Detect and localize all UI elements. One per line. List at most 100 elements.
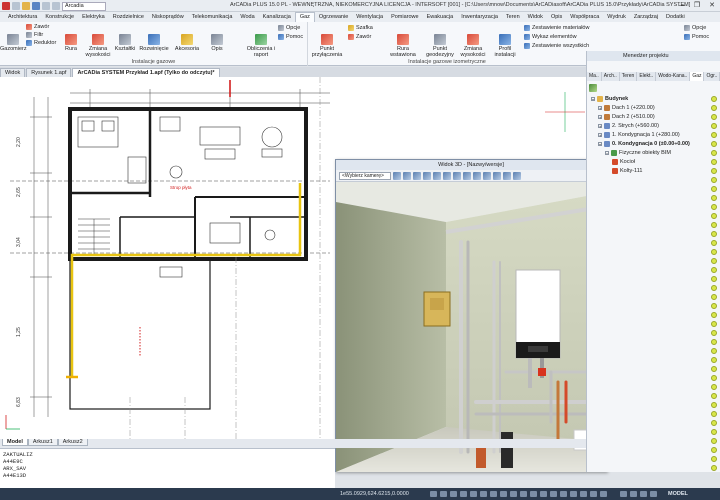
gas-meter-button[interactable]: Gazomierz	[0, 34, 27, 52]
camera-select[interactable]: <Wybierz kamerę>	[339, 171, 391, 180]
visibility-toggle-icon[interactable]	[711, 312, 717, 318]
notify-icon[interactable]	[650, 491, 657, 497]
ribbon-tab-inwentaryzacja[interactable]: Inwentaryzacja	[457, 13, 502, 22]
ribbon-tab-telekomunikacja[interactable]: Telekomunikacja	[188, 13, 237, 22]
ribbon-tab-wentylacja[interactable]: Wentylacja	[352, 13, 387, 22]
polar-icon[interactable]	[460, 491, 467, 497]
ribbon-tab-pomiarowe[interactable]: Pomiarowe	[387, 13, 423, 22]
view-front-icon[interactable]	[433, 171, 441, 180]
view-3d-window[interactable]: Widok 3D - [Nazwy/wersje] <Wybierz kamer…	[335, 159, 608, 472]
lock-icon[interactable]	[560, 491, 567, 497]
customize-icon[interactable]	[600, 491, 607, 497]
ribbon-tab-teren[interactable]: Teren	[502, 13, 524, 22]
install-profile-button[interactable]: Profil instalacji	[490, 34, 520, 58]
redo-icon[interactable]	[52, 2, 60, 10]
tree-item[interactable]: − 0. Kondygnacja 0 (±0.00÷0.00)	[598, 140, 690, 148]
visibility-toggle-icon[interactable]	[711, 177, 717, 183]
isolate-icon[interactable]	[570, 491, 577, 497]
iso-help-small-button[interactable]: Pomoc	[684, 34, 709, 40]
ribbon-tab-opis[interactable]: Opis	[547, 13, 566, 22]
visibility-toggle-icon[interactable]	[711, 393, 717, 399]
ribbon-tab-ogrzewanie[interactable]: Ogrzewanie	[315, 13, 352, 22]
open-file-icon[interactable]	[22, 2, 30, 10]
tree-item[interactable]: +1. Kondygnacja 1 (+280.00)	[598, 131, 680, 139]
visibility-toggle-icon[interactable]	[711, 249, 717, 255]
inserted-pipe-button[interactable]: Rura wstawiona	[386, 34, 420, 58]
visibility-toggle-icon[interactable]	[711, 456, 717, 462]
view-top-icon[interactable]	[453, 171, 461, 180]
pm-tab[interactable]: Ogr..	[704, 72, 720, 81]
visibility-toggle-icon[interactable]	[711, 123, 717, 129]
visibility-toggle-icon[interactable]	[711, 258, 717, 264]
fittings-button[interactable]: Kształtki	[112, 34, 138, 52]
expand-icon[interactable]: +	[598, 133, 602, 138]
command-line[interactable]: ZAKTUALIZ A44E9C ARX_SAV A44E13D	[0, 448, 335, 488]
walk-icon[interactable]	[463, 171, 471, 180]
geodetic-point-button[interactable]: Punkt geodezyjny	[424, 34, 456, 58]
ribbon-tab-niskoprądów[interactable]: Niskoprądów	[148, 13, 188, 22]
layout-tab[interactable]: Arkusz2	[57, 439, 88, 446]
reducer-small-button[interactable]: Reduktor	[26, 40, 56, 46]
visibility-toggle-icon[interactable]	[711, 114, 717, 120]
tree-item[interactable]: +2. Strych (+560.00)	[598, 122, 659, 130]
expand-icon[interactable]: +	[598, 106, 602, 111]
ribbon-tab-kanalizacja[interactable]: Kanalizacja	[259, 13, 295, 22]
pan-icon[interactable]	[403, 171, 411, 180]
texture-icon[interactable]	[493, 171, 501, 180]
calculations-report-button[interactable]: Obliczenia i raport	[244, 34, 278, 58]
close-button[interactable]: ✕	[706, 1, 718, 10]
3d-scene[interactable]	[336, 182, 608, 472]
collapse-icon[interactable]: −	[591, 97, 595, 102]
ribbon-tab-elektryka[interactable]: Elektryka	[78, 13, 109, 22]
visibility-toggle-icon[interactable]	[711, 267, 717, 273]
ribbon-tab-dodatki[interactable]: Dodatki	[662, 13, 689, 22]
dynamic-input-icon[interactable]	[530, 491, 537, 497]
visibility-toggle-icon[interactable]	[711, 240, 717, 246]
visibility-toggle-icon[interactable]	[711, 447, 717, 453]
pm-tab[interactable]: Elekt..	[637, 72, 657, 81]
all-list-button[interactable]: Zestawienie wszystkich	[524, 43, 589, 49]
visibility-toggle-icon[interactable]	[711, 168, 717, 174]
ribbon-tab-woda[interactable]: Woda	[236, 13, 258, 22]
visibility-toggle-icon[interactable]	[711, 231, 717, 237]
visibility-toggle-icon[interactable]	[711, 105, 717, 111]
visibility-toggle-icon[interactable]	[711, 303, 717, 309]
visibility-toggle-icon[interactable]	[711, 411, 717, 417]
workspace-combo[interactable]: Arcadia	[62, 1, 106, 11]
document-tab[interactable]: Widok	[0, 68, 26, 77]
visibility-toggle-icon[interactable]	[711, 159, 717, 165]
accessories-button[interactable]: Akcesoria	[170, 34, 204, 52]
tree-item[interactable]: − Budynek	[591, 95, 628, 103]
visibility-toggle-icon[interactable]	[711, 366, 717, 372]
ribbon-tab-konstrukcje[interactable]: Konstrukcje	[41, 13, 78, 22]
pm-tab[interactable]: Arch..	[602, 72, 620, 81]
snap-icon[interactable]	[430, 491, 437, 497]
visibility-toggle-icon[interactable]	[711, 402, 717, 408]
visibility-toggle-icon[interactable]	[711, 150, 717, 156]
visibility-toggle-icon[interactable]	[711, 186, 717, 192]
tree-item[interactable]: Kocioł	[612, 158, 635, 166]
filter-small-button[interactable]: Filtr	[26, 32, 43, 38]
unfold-button[interactable]: Rozwinięcie	[138, 34, 170, 52]
light-icon[interactable]	[483, 171, 491, 180]
options-small-button[interactable]: Opcje	[278, 25, 300, 31]
visibility-toggle-icon[interactable]	[711, 213, 717, 219]
help-small-button[interactable]: Pomoc	[278, 34, 303, 40]
visibility-toggle-icon[interactable]	[711, 195, 717, 201]
ribbon-tab-gaz[interactable]: Gaz	[294, 12, 315, 22]
tree-item[interactable]: − Fizyczne obiekty BIM	[605, 149, 671, 157]
visibility-toggle-icon[interactable]	[711, 96, 717, 102]
pm-tab[interactable]: Gaz	[690, 72, 705, 81]
ribbon-tab-zarządzaj[interactable]: Zarządzaj	[630, 13, 662, 22]
visibility-toggle-icon[interactable]	[711, 285, 717, 291]
visibility-toggle-icon[interactable]	[711, 438, 717, 444]
model-space-indicator[interactable]: MODEL	[668, 491, 688, 497]
document-tab[interactable]: ArCADia SYSTEM Przykład 1.apf (Tylko do …	[72, 68, 220, 77]
visibility-toggle-icon[interactable]	[711, 465, 717, 471]
description-button[interactable]: Opis	[206, 34, 228, 52]
cabinet-small-button[interactable]: Szafka	[348, 25, 373, 31]
layout-tab[interactable]: Model	[2, 439, 28, 446]
visibility-toggle-icon[interactable]	[711, 276, 717, 282]
ortho-icon[interactable]	[450, 491, 457, 497]
ribbon-tab-wydruk[interactable]: Wydruk	[603, 13, 630, 22]
